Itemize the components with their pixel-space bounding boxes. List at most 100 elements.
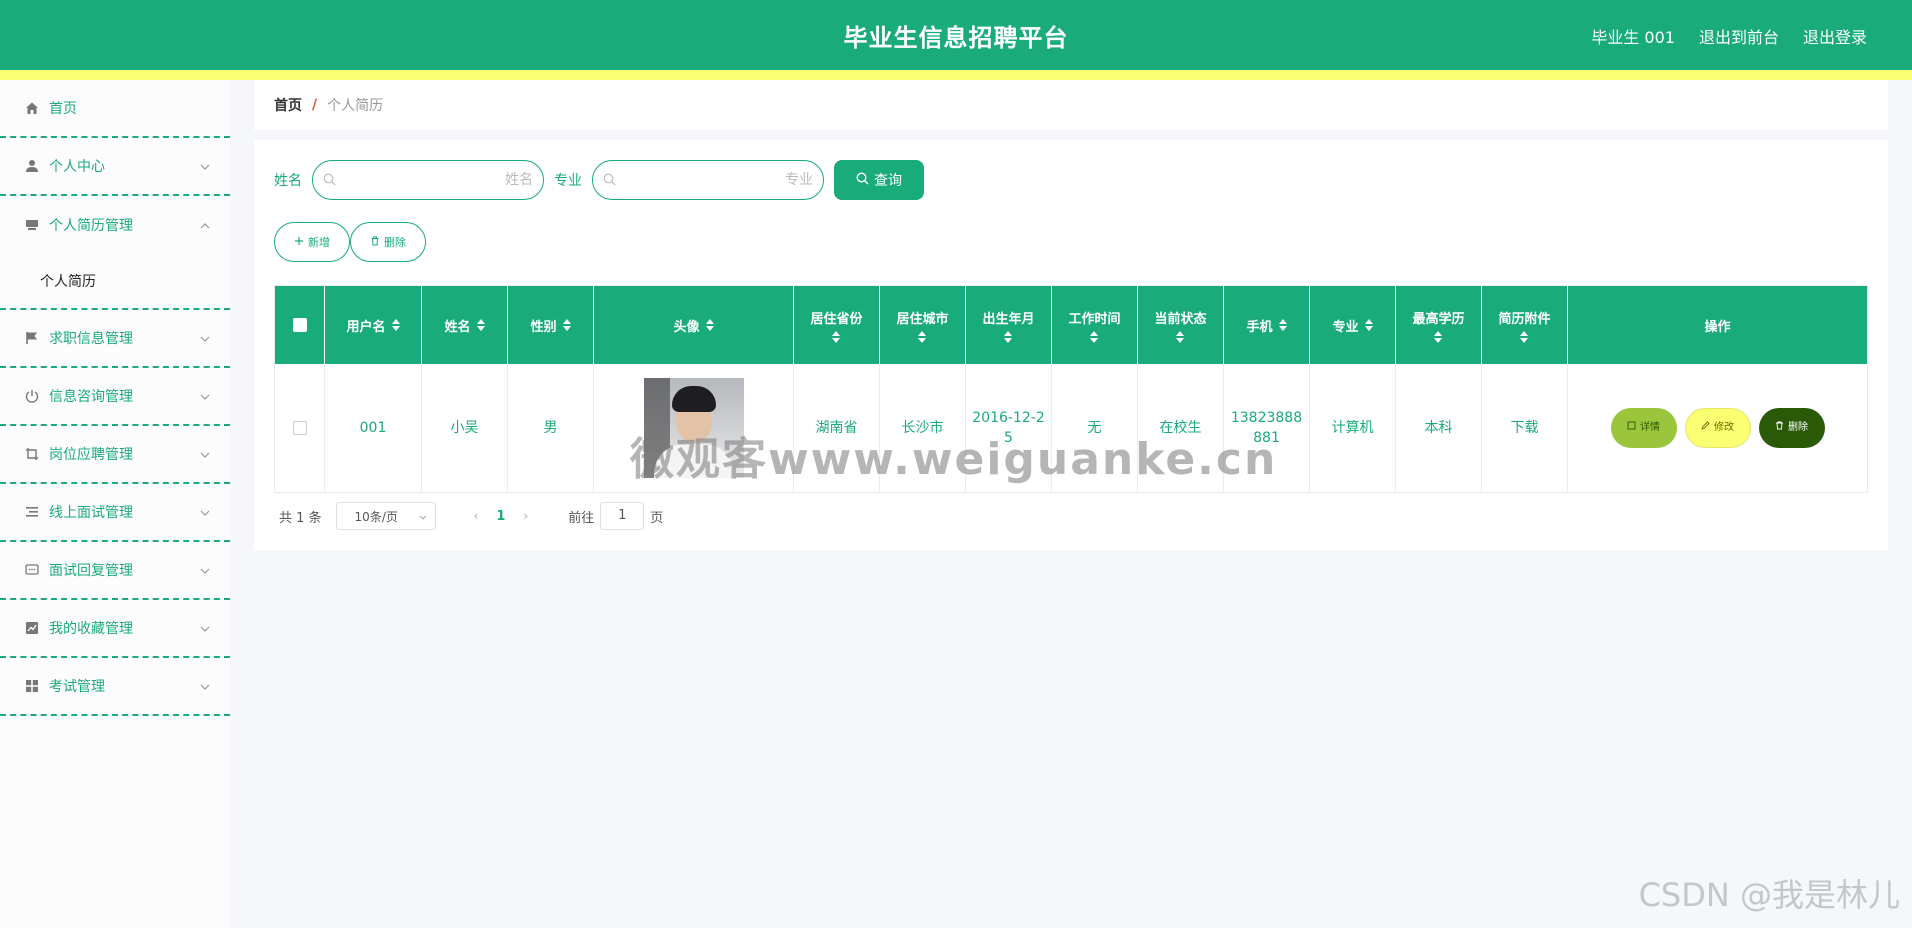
col-province[interactable]: 居住省份 [794, 286, 880, 364]
header-links: 毕业生 001 退出到前台 退出登录 [1591, 24, 1867, 48]
sidebar-item-label: 线上面试管理 [49, 505, 133, 521]
header-label: 操作 [1704, 319, 1731, 335]
sort-icon[interactable] [562, 319, 571, 331]
col-education[interactable]: 最高学历 [1396, 286, 1482, 364]
page-number-current[interactable]: 1 [496, 509, 505, 524]
sidebar-item-label: 个人简历管理 [49, 218, 133, 234]
chevron-up-icon [200, 217, 210, 233]
sort-icon[interactable] [1176, 330, 1185, 343]
sidebar-item-label: 求职信息管理 [49, 331, 133, 347]
header-label: 简历附件 [1498, 311, 1551, 327]
search-icon [603, 173, 616, 190]
major-search-input[interactable] [623, 169, 813, 191]
logout-link[interactable]: 退出登录 [1803, 24, 1867, 48]
sidebar-item-resume-management[interactable]: 个人简历管理 [0, 196, 230, 254]
header-label: 头像 [673, 319, 700, 335]
sidebar-item-applications[interactable]: 岗位应聘管理 [0, 426, 230, 484]
col-name[interactable]: 姓名 [422, 286, 508, 364]
top-header: 毕业生信息招聘平台 毕业生 001 退出到前台 退出登录 [0, 0, 1912, 70]
col-major[interactable]: 专业 [1310, 286, 1396, 364]
cell-name: 小吴 [422, 364, 508, 492]
sidebar-item-label: 个人中心 [49, 159, 105, 175]
add-button[interactable]: 新增 [274, 222, 350, 262]
sort-icon[interactable] [705, 319, 714, 331]
power-icon [24, 388, 40, 404]
add-button-label: 新增 [308, 236, 330, 249]
chevron-down-icon [200, 504, 210, 520]
sort-icon[interactable] [918, 330, 927, 343]
major-search-wrapper [592, 160, 824, 200]
sort-icon[interactable] [1434, 330, 1443, 343]
sidebar-item-home[interactable]: 首页 [0, 80, 230, 138]
detail-button[interactable]: 详情 [1610, 408, 1677, 448]
chart-icon [24, 620, 40, 636]
query-button[interactable]: 查询 [834, 160, 924, 200]
page-size-select[interactable]: 10条/页 [335, 502, 436, 530]
col-avatar[interactable]: 头像 [594, 286, 794, 364]
search-icon [856, 171, 869, 189]
sidebar-item-job-info[interactable]: 求职信息管理 [0, 310, 230, 368]
col-gender[interactable]: 性别 [508, 286, 594, 364]
sidebar-item-consult[interactable]: 信息咨询管理 [0, 368, 230, 426]
row-checkbox[interactable] [292, 421, 307, 435]
delete-button[interactable]: 删除 [1758, 408, 1825, 448]
grid-icon [24, 678, 40, 694]
goto-page-input[interactable]: 1 [600, 502, 645, 530]
pencil-icon [1701, 418, 1710, 438]
goto-prefix: 前往 [568, 510, 595, 526]
col-status[interactable]: 当前状态 [1138, 286, 1224, 364]
chevron-down-icon [200, 158, 210, 174]
sort-icon[interactable] [1004, 330, 1013, 343]
sidebar-item-exam[interactable]: 考试管理 [0, 658, 230, 716]
chevron-down-icon [419, 509, 427, 523]
breadcrumb: 首页 / 个人简历 [254, 80, 1888, 130]
sort-icon[interactable] [1090, 330, 1099, 343]
sort-icon[interactable] [1520, 330, 1529, 343]
select-all-checkbox[interactable] [292, 318, 307, 332]
sort-icon[interactable] [1364, 319, 1373, 331]
list-icon [24, 504, 40, 520]
table-header: 用户名 姓名 性别 头像 居住省份 居住城市 出生年月 工作时间 当前状态 手机… [275, 286, 1867, 364]
col-birth[interactable]: 出生年月 [966, 286, 1052, 364]
trash-icon [1775, 418, 1784, 438]
next-page-button[interactable]: › [523, 509, 528, 523]
sidebar-item-favorites[interactable]: 我的收藏管理 [0, 600, 230, 658]
sidebar-item-personal-center[interactable]: 个人中心 [0, 138, 230, 196]
header-label: 姓名 [444, 319, 471, 335]
sidebar-item-online-interview[interactable]: 线上面试管理 [0, 484, 230, 542]
header-label: 居住省份 [810, 311, 863, 327]
sidebar-item-label: 我的收藏管理 [49, 621, 133, 637]
batch-delete-button[interactable]: 删除 [350, 222, 426, 262]
action-buttons: 新增 删除 [274, 222, 426, 262]
major-search-label: 专业 [554, 173, 582, 189]
col-username[interactable]: 用户名 [325, 286, 422, 364]
exit-to-front-link[interactable]: 退出到前台 [1699, 24, 1779, 48]
total-count: 共 1 条 [279, 510, 322, 526]
edit-button[interactable]: 修改 [1684, 408, 1751, 448]
delete-button-label: 删除 [1788, 422, 1808, 433]
breadcrumb-home[interactable]: 首页 [274, 95, 302, 115]
flag-icon [24, 330, 40, 346]
header-label: 当前状态 [1154, 311, 1207, 327]
sidebar-item-interview-reply[interactable]: 面试回复管理 [0, 542, 230, 600]
download-link[interactable]: 下载 [1482, 364, 1568, 492]
header-label: 性别 [530, 319, 557, 335]
sidebar-subitem-resume[interactable]: 个人简历 [0, 254, 230, 310]
prev-page-button[interactable]: ‹ [474, 509, 479, 523]
col-city[interactable]: 居住城市 [880, 286, 966, 364]
chevron-down-icon [200, 446, 210, 462]
content-panel: 姓名 专业 查询 新增 删除 [254, 140, 1888, 550]
trash-icon [370, 236, 380, 249]
sort-icon[interactable] [1278, 319, 1287, 331]
name-search-input[interactable] [343, 169, 533, 191]
sort-icon[interactable] [832, 330, 841, 343]
col-attachment[interactable]: 简历附件 [1482, 286, 1568, 364]
delete-button-label: 删除 [384, 236, 406, 249]
col-work-time[interactable]: 工作时间 [1052, 286, 1138, 364]
chevron-down-icon [200, 388, 210, 404]
chevron-down-icon [200, 620, 210, 636]
sort-icon[interactable] [391, 319, 400, 331]
sort-icon[interactable] [476, 319, 485, 331]
chevron-down-icon [200, 562, 210, 578]
col-phone[interactable]: 手机 [1224, 286, 1310, 364]
